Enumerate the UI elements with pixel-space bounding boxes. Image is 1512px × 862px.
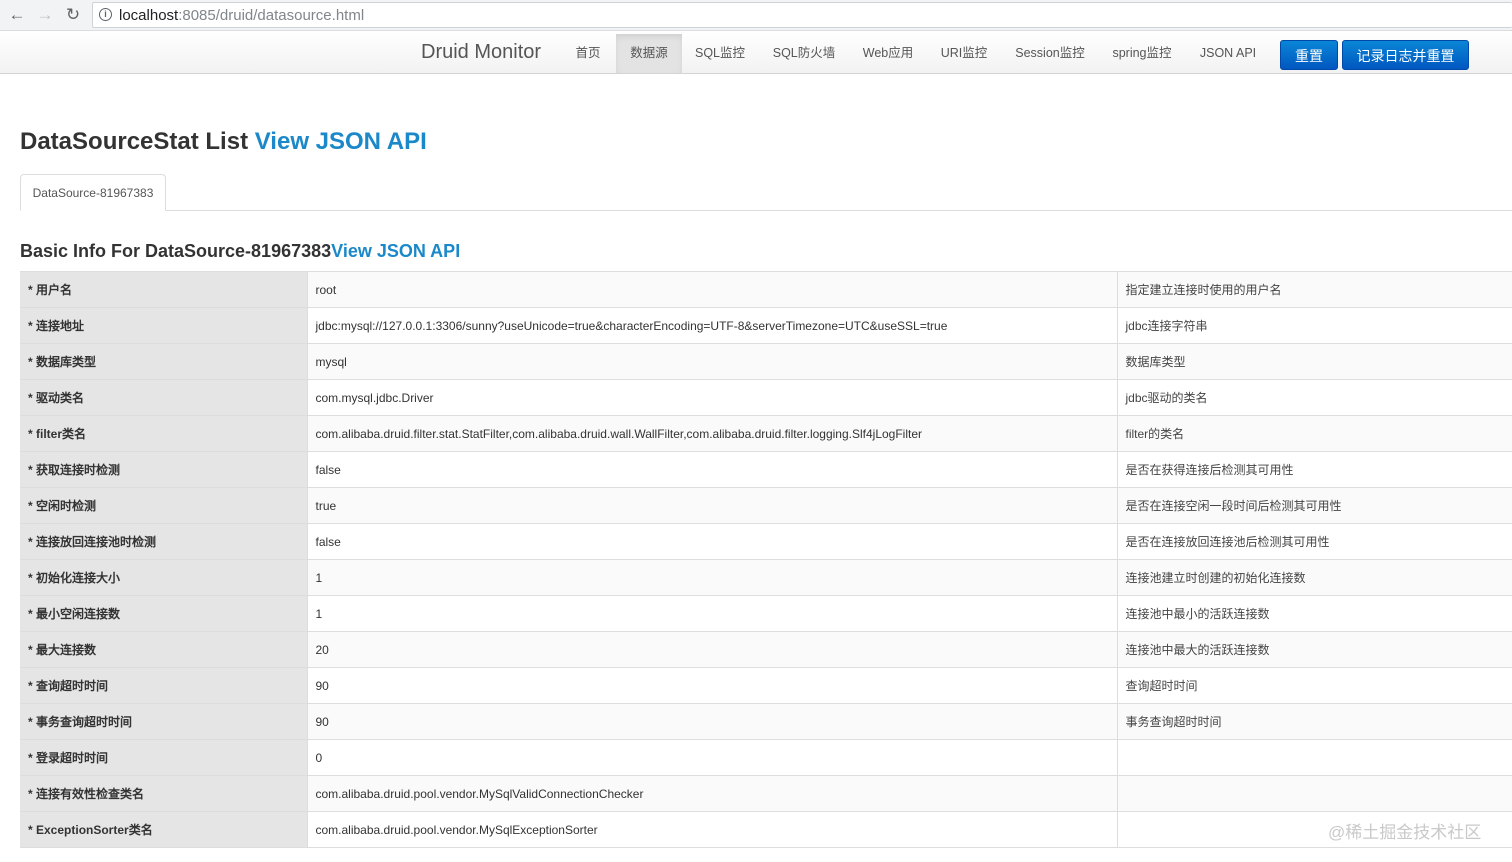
row-value: mysql <box>306 343 1117 380</box>
row-value: com.alibaba.druid.pool.vendor.MySqlExcep… <box>306 811 1117 848</box>
row-value: 20 <box>306 631 1117 668</box>
nav-datasource[interactable]: 数据源 <box>616 34 682 73</box>
table-row: * ExceptionSorter类名 com.alibaba.druid.poo… <box>20 811 1512 848</box>
row-value: com.alibaba.druid.filter.stat.StatFilter… <box>306 415 1117 452</box>
row-key: * 用户名 <box>20 271 307 308</box>
row-description: filter的类名 <box>1116 415 1512 452</box>
basic-info-title: Basic Info For DataSource-81967383 <box>20 241 332 261</box>
table-row: * 事务查询超时时间 90 事务查询超时时间 <box>20 703 1512 740</box>
table-row: * 数据库类型 mysql 数据库类型 <box>20 343 1512 380</box>
row-value: false <box>306 451 1117 488</box>
row-key: * 连接放回连接池时检测 <box>20 523 307 560</box>
row-description: 是否在获得连接后检测其可用性 <box>1116 451 1512 488</box>
row-key: * 查询超时时间 <box>20 667 307 704</box>
watermark: @稀土掘金技术社区 <box>1328 823 1482 842</box>
page-title: DataSourceStat List View JSON API <box>20 128 427 156</box>
url-path: :8085/druid/datasource.html <box>178 7 365 24</box>
table-row: * 登录超时时间 0 <box>20 739 1512 776</box>
basic-info-heading: Basic Info For DataSource-81967383View J… <box>20 241 460 262</box>
row-description: 是否在连接空闲一段时间后检测其可用性 <box>1116 487 1512 524</box>
table-row: * 连接地址 jdbc:mysql://127.0.0.1:3306/sunny?… <box>20 307 1512 344</box>
row-value: 0 <box>306 739 1117 776</box>
row-key: * 事务查询超时时间 <box>20 703 307 740</box>
table-row: * 空闲时检测 true 是否在连接空闲一段时间后检测其可用性 <box>20 487 1512 524</box>
url-host: localhost <box>119 7 179 24</box>
nav-web-app[interactable]: Web应用 <box>854 34 922 73</box>
reload-icon[interactable]: ↻ <box>62 4 84 26</box>
forward-icon[interactable]: → <box>34 4 56 26</box>
row-description: 连接池中最大的活跃连接数 <box>1116 631 1512 668</box>
back-icon[interactable]: ← <box>6 4 28 26</box>
row-description <box>1116 775 1512 812</box>
nav-json-api[interactable]: JSON API <box>1190 34 1266 73</box>
basic-info-json-api-link[interactable]: View JSON API <box>331 241 460 261</box>
row-key: * 获取连接时检测 <box>20 451 307 488</box>
nav-uri-monitor[interactable]: URI监控 <box>932 34 996 73</box>
url-text[interactable]: localhost:8085/druid/datasource.html <box>119 7 364 24</box>
table-row: * 初始化连接大小 1 连接池建立时创建的初始化连接数 <box>20 559 1512 596</box>
table-row: * 获取连接时检测 false 是否在获得连接后检测其可用性 <box>20 451 1512 488</box>
row-key: * 空闲时检测 <box>20 487 307 524</box>
nav-sql-monitor[interactable]: SQL监控 <box>686 34 754 73</box>
basic-info-table: * 用户名 root 指定建立连接时使用的用户名 * 连接地址 jdbc:mysql:/… <box>20 271 1512 848</box>
nav-spring-monitor[interactable]: spring监控 <box>1104 34 1180 73</box>
table-row: * 最小空闲连接数 1 连接池中最小的活跃连接数 <box>20 595 1512 632</box>
row-value: root <box>306 271 1117 308</box>
row-description: 连接池中最小的活跃连接数 <box>1116 595 1512 632</box>
row-description: 是否在连接放回连接池后检测其可用性 <box>1116 523 1512 560</box>
row-description: jdbc连接字符串 <box>1116 307 1512 344</box>
table-row: * filter类名 com.alibaba.druid.filter.stat.… <box>20 415 1512 452</box>
table-row: * 驱动类名 com.mysql.jdbc.Driver jdbc驱动的类名 <box>20 379 1512 416</box>
row-key: * 最小空闲连接数 <box>20 595 307 632</box>
table-row: * 连接有效性检查类名 com.alibaba.druid.pool.vendor… <box>20 775 1512 812</box>
row-value: 90 <box>306 703 1117 740</box>
row-key: * filter类名 <box>20 415 307 452</box>
row-value: com.alibaba.druid.pool.vendor.MySqlValid… <box>306 775 1117 812</box>
row-key: * 连接有效性检查类名 <box>20 775 307 812</box>
browser-toolbar: ← → ↻ i localhost:8085/druid/datasource.… <box>0 0 1512 31</box>
page-title-text: DataSourceStat List <box>20 128 249 155</box>
row-description: 连接池建立时创建的初始化连接数 <box>1116 559 1512 596</box>
top-navbar: Druid Monitor 首页 数据源 SQL监控 SQL防火墙 Web应用 … <box>0 31 1512 74</box>
table-row: * 查询超时时间 90 查询超时时间 <box>20 667 1512 704</box>
info-icon[interactable]: i <box>99 8 112 21</box>
nav-sql-firewall[interactable]: SQL防火墙 <box>764 34 844 73</box>
row-value: com.mysql.jdbc.Driver <box>306 379 1117 416</box>
row-key: * 数据库类型 <box>20 343 307 380</box>
row-description: 数据库类型 <box>1116 343 1512 380</box>
row-value: jdbc:mysql://127.0.0.1:3306/sunny?useUni… <box>306 307 1117 344</box>
row-value: true <box>306 487 1117 524</box>
row-key: * 初始化连接大小 <box>20 559 307 596</box>
row-key: * ExceptionSorter类名 <box>20 811 307 848</box>
log-and-reset-button[interactable]: 记录日志并重置 <box>1342 40 1469 70</box>
row-description: 查询超时时间 <box>1116 667 1512 704</box>
view-json-api-link[interactable]: View JSON API <box>255 128 427 155</box>
row-value: 1 <box>306 559 1117 596</box>
reset-button[interactable]: 重置 <box>1280 40 1338 70</box>
nav-home[interactable]: 首页 <box>566 34 610 73</box>
brand-title[interactable]: Druid Monitor <box>421 41 541 64</box>
nav-session-monitor[interactable]: Session监控 <box>1006 34 1094 73</box>
row-key: * 最大连接数 <box>20 631 307 668</box>
row-value: false <box>306 523 1117 560</box>
table-row: * 用户名 root 指定建立连接时使用的用户名 <box>20 271 1512 308</box>
table-row: * 最大连接数 20 连接池中最大的活跃连接数 <box>20 631 1512 668</box>
row-value: 90 <box>306 667 1117 704</box>
row-description <box>1116 739 1512 776</box>
tabs-divider <box>20 210 1512 211</box>
row-key: * 驱动类名 <box>20 379 307 416</box>
row-description: 指定建立连接时使用的用户名 <box>1116 271 1512 308</box>
address-bar[interactable]: i localhost:8085/druid/datasource.html <box>92 2 1512 28</box>
row-description: jdbc驱动的类名 <box>1116 379 1512 416</box>
row-key: * 连接地址 <box>20 307 307 344</box>
tab-datasource[interactable]: DataSource-81967383 <box>20 174 166 211</box>
row-value: 1 <box>306 595 1117 632</box>
row-key: * 登录超时时间 <box>20 739 307 776</box>
table-row: * 连接放回连接池时检测 false 是否在连接放回连接池后检测其可用性 <box>20 523 1512 560</box>
row-description: 事务查询超时时间 <box>1116 703 1512 740</box>
